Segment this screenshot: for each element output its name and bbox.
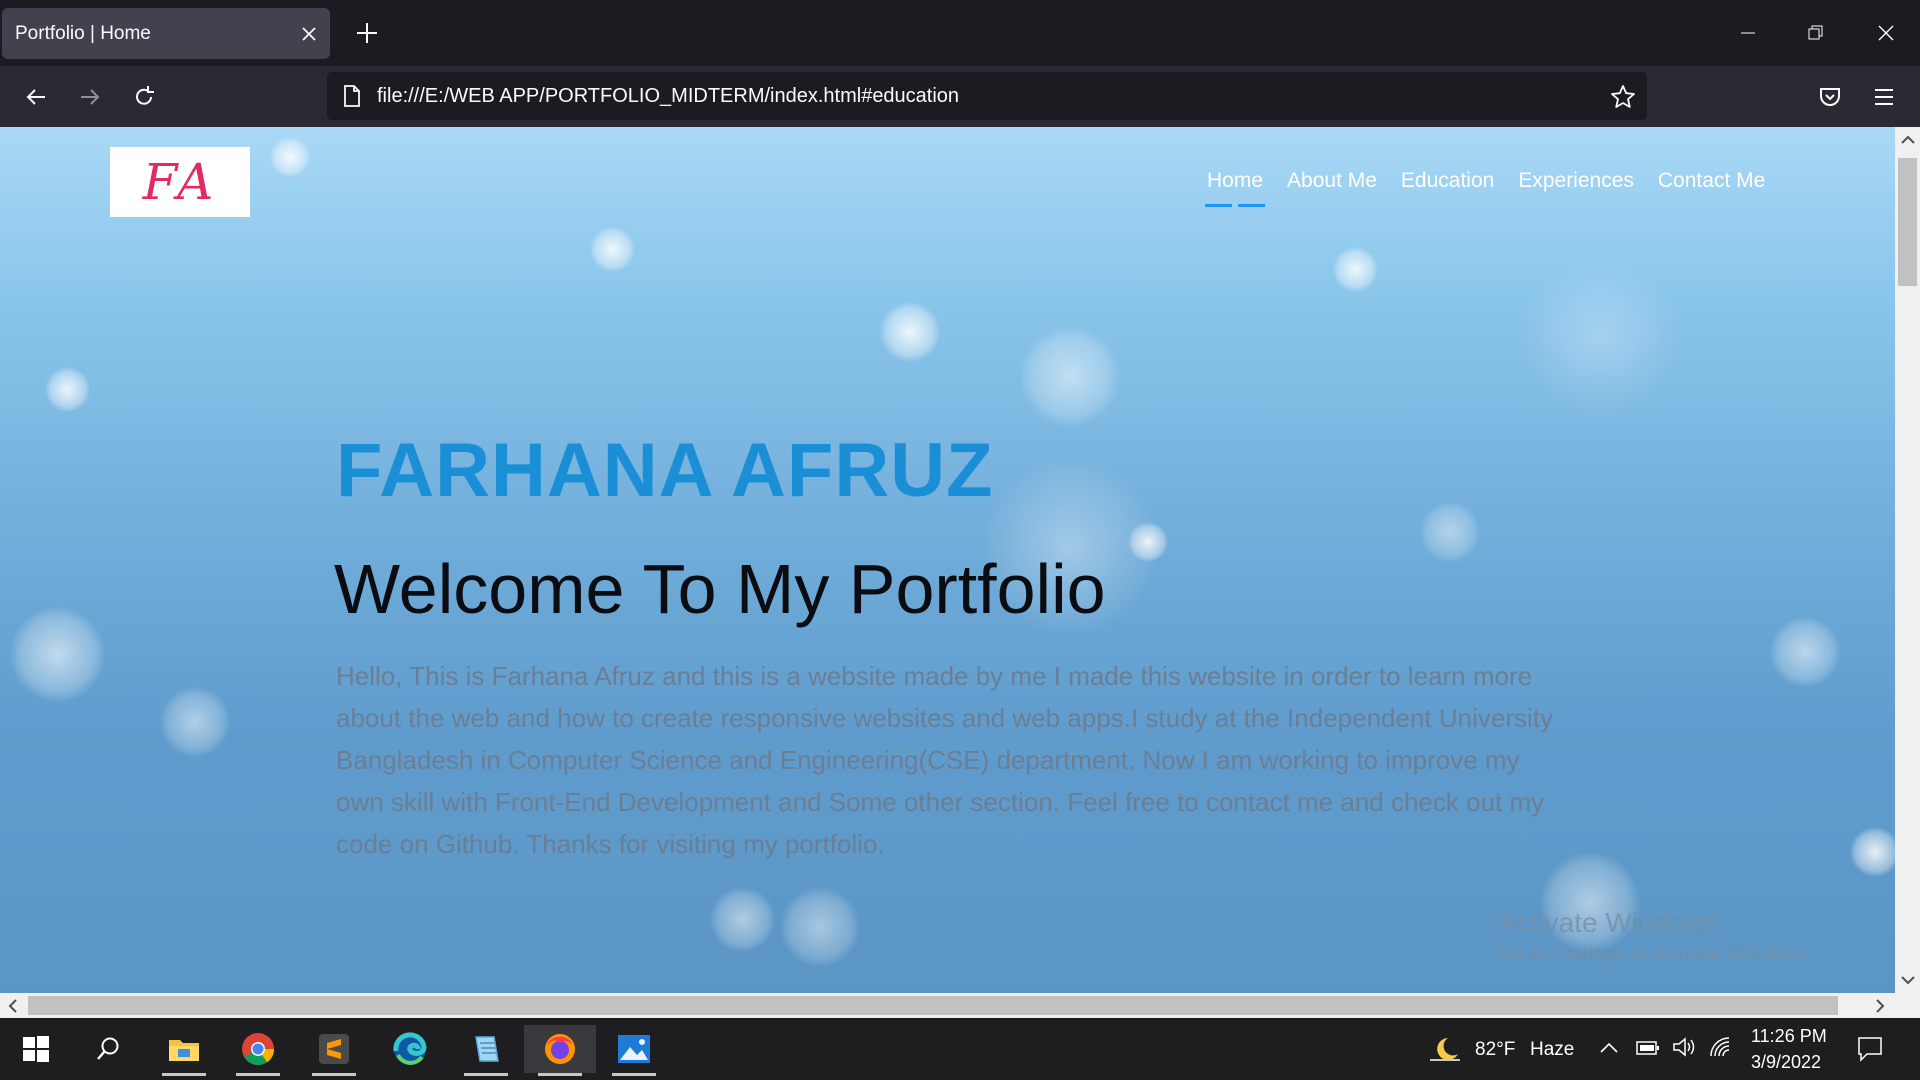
bokeh-particle [160,687,230,757]
taskbar-firefox[interactable] [524,1025,596,1076]
firefox-icon [545,1034,575,1064]
scroll-up-button[interactable] [1898,130,1918,150]
back-arrow-icon [26,89,45,105]
bokeh-particle [10,607,105,702]
chrome-icon [242,1033,275,1066]
browser-toolbar: file:///E:/WEB APP/PORTFOLIO_MIDTERM/ind… [0,66,1920,127]
minimize-button[interactable] [1714,0,1782,66]
chevron-down-icon [1901,976,1915,985]
weather-temp[interactable]: 82°F [1475,1039,1515,1061]
file-icon [344,85,360,107]
app-menu-button[interactable] [1869,82,1899,112]
address-bar[interactable]: file:///E:/WEB APP/PORTFOLIO_MIDTERM/ind… [327,72,1647,120]
nav-home[interactable]: Home [1204,169,1266,207]
url-text[interactable]: file:///E:/WEB APP/PORTFOLIO_MIDTERM/ind… [377,85,959,108]
reload-button[interactable] [129,82,159,112]
nav-education[interactable]: Education [1401,169,1494,207]
chevron-right-icon [1876,999,1885,1013]
tray-chevron-up-icon[interactable] [1600,1042,1618,1054]
windows-taskbar: 82°F Haze 11:26 PM 3/9/2022 [0,1018,1920,1080]
pocket-icon [1820,88,1840,106]
tab-close-icon[interactable] [299,24,319,44]
browser-tab[interactable]: Portfolio | Home [2,8,330,59]
bokeh-particle [880,302,940,362]
notepad-icon [475,1036,499,1062]
horizontal-scroll-thumb[interactable] [28,996,1838,1015]
bokeh-particle [1420,502,1480,562]
hero-welcome: Welcome To My Portfolio [334,550,1106,628]
taskbar-notepad[interactable] [450,1025,522,1076]
chevron-left-icon [8,999,17,1013]
notifications-icon[interactable] [1857,1036,1883,1062]
edge-icon [393,1032,427,1065]
close-icon [1878,25,1894,41]
taskbar-photos[interactable] [598,1025,670,1076]
nav-experiences[interactable]: Experiences [1518,169,1634,207]
weather-moon-icon[interactable] [1428,1034,1462,1064]
volume-icon[interactable] [1672,1036,1696,1058]
back-button[interactable] [21,82,51,112]
windows-logo-icon [23,1036,49,1062]
activate-windows-watermark: Activate Windows Go to Settings to activ… [1498,907,1814,966]
forward-button[interactable] [75,82,105,112]
taskbar-file-explorer[interactable] [148,1025,220,1076]
start-button[interactable] [0,1025,72,1073]
bokeh-particle [1128,522,1168,562]
bokeh-particle [710,887,775,952]
sublime-text-icon [319,1034,349,1064]
restore-button[interactable] [1782,0,1850,66]
tab-title: Portfolio | Home [15,23,151,44]
bokeh-particle [590,227,635,272]
clock-time[interactable]: 11:26 PM [1751,1026,1827,1047]
clock-date[interactable]: 3/9/2022 [1751,1052,1821,1073]
bokeh-particle [780,887,860,967]
logo-text: FA [142,153,218,211]
forward-arrow-icon [81,89,100,105]
bokeh-particle [1850,827,1895,877]
reload-icon [136,86,154,105]
photos-icon [618,1035,650,1063]
bookmark-star-icon[interactable] [1609,83,1637,111]
search-button[interactable] [72,1025,144,1073]
site-nav: Home About Me Education Experiences Cont… [1204,169,1765,207]
wifi-icon[interactable] [1708,1036,1732,1058]
folder-icon [169,1040,199,1061]
watermark-title: Activate Windows [1498,907,1719,938]
restore-icon [1808,25,1823,40]
bokeh-particle [45,367,90,412]
hero-name: FARHANA AFRUZ [336,428,994,513]
scroll-down-button[interactable] [1898,970,1918,990]
watermark-subtitle: Go to Settings to activate Windows. [1498,943,1814,965]
taskbar-chrome[interactable] [222,1025,294,1076]
search-icon [97,1037,119,1060]
taskbar-sublime-text[interactable] [298,1025,370,1076]
scroll-left-button[interactable] [3,996,23,1016]
battery-icon[interactable] [1636,1040,1660,1056]
page-viewport: FA Home About Me Education Experiences C… [0,127,1895,993]
bokeh-particle [1333,247,1378,292]
close-window-button[interactable] [1852,0,1920,66]
vertical-scroll-thumb[interactable] [1898,158,1917,286]
weather-desc[interactable]: Haze [1530,1039,1574,1061]
pocket-button[interactable] [1815,82,1845,112]
chevron-up-icon [1901,135,1915,144]
tab-strip: Portfolio | Home [0,0,1920,66]
bokeh-particle [270,137,310,177]
nav-contact-me[interactable]: Contact Me [1658,169,1765,207]
minimize-icon [1741,32,1755,34]
bokeh-particle [1770,617,1840,687]
scroll-right-button[interactable] [1870,996,1890,1016]
bokeh-particle [1020,327,1120,427]
hero-intro: Hello, This is Farhana Afruz and this is… [336,661,1553,859]
new-tab-icon[interactable] [354,20,380,46]
nav-about-me[interactable]: About Me [1287,169,1377,207]
taskbar-edge[interactable] [374,1025,446,1073]
site-logo[interactable]: FA [110,147,250,217]
hamburger-menu-icon [1875,89,1893,105]
